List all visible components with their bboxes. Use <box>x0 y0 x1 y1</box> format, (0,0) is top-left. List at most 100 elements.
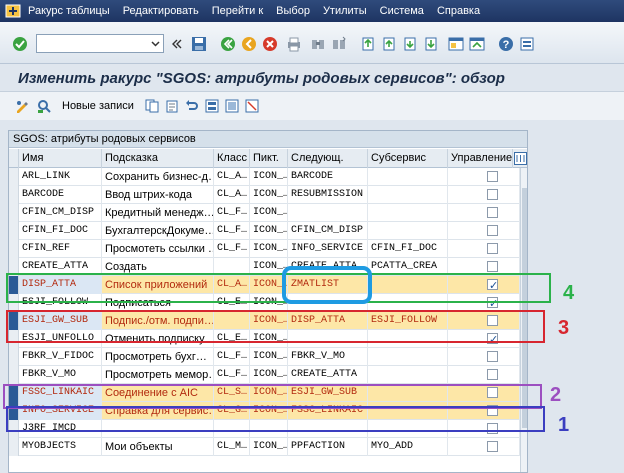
enter-icon[interactable] <box>12 36 28 52</box>
table-row[interactable]: INFO_SERVICE Справка для сервис… CL_G… ICON… <box>9 402 527 420</box>
cell-class[interactable]: CL_A… <box>214 186 250 204</box>
cell-hint[interactable]: БухгалтерскДокуме… <box>102 222 214 240</box>
cell-class[interactable] <box>214 258 250 276</box>
row-selector[interactable] <box>9 168 19 186</box>
cell-name[interactable]: CREATE_ATTA <box>19 258 102 276</box>
back-icon[interactable] <box>220 36 236 52</box>
table-row[interactable]: CFIN_FI_DOC БухгалтерскДокуме… CL_F… ICON_…… <box>9 222 527 240</box>
save-icon[interactable] <box>191 36 207 52</box>
cell-hint[interactable]: Создать <box>102 258 214 276</box>
cell-next[interactable] <box>288 330 368 348</box>
cell-name[interactable]: DISP_ATTA <box>19 276 102 294</box>
control-checkbox[interactable] <box>487 315 498 326</box>
cell-name[interactable]: FBKR_V_MO <box>19 366 102 384</box>
cell-subservice[interactable] <box>368 420 448 438</box>
cell-subservice[interactable] <box>368 348 448 366</box>
control-checkbox[interactable] <box>487 261 498 272</box>
cell-hint[interactable]: Просмотеть ссылки … <box>102 240 214 258</box>
details-icon[interactable] <box>36 98 52 114</box>
control-checkbox[interactable] <box>487 207 498 218</box>
cell-class[interactable]: CL_A… <box>214 276 250 294</box>
table-row[interactable]: FSSC_LINKAIC Соединение с AIC CL_S… ICON_… E… <box>9 384 527 402</box>
row-selector[interactable] <box>9 312 19 330</box>
cell-hint[interactable]: Справка для сервис… <box>102 402 214 420</box>
control-checkbox[interactable] <box>487 277 498 294</box>
table-row[interactable]: DISP_ATTA Список приложений CL_A… ICON_… ZMA… <box>9 276 527 294</box>
cell-subservice[interactable] <box>368 366 448 384</box>
vertical-scrollbar[interactable] <box>520 168 527 472</box>
cell-icon[interactable]: ICON_… <box>250 204 288 222</box>
cell-hint[interactable]: Просмотреть мемор… <box>102 366 214 384</box>
undo-icon[interactable] <box>184 98 200 114</box>
last-page-icon[interactable] <box>423 36 439 52</box>
control-checkbox[interactable] <box>487 189 498 200</box>
cell-subservice[interactable] <box>368 294 448 312</box>
next-page-icon[interactable] <box>402 36 418 52</box>
command-field[interactable] <box>36 34 164 53</box>
cell-hint[interactable]: Подпис./отм. подпи… <box>102 312 214 330</box>
cell-name[interactable]: CFIN_CM_DISP <box>19 204 102 222</box>
cell-next[interactable] <box>288 420 368 438</box>
control-checkbox[interactable] <box>487 387 498 398</box>
row-selector[interactable] <box>9 384 19 402</box>
cell-next[interactable]: DISP_ATTA <box>288 312 368 330</box>
menu-item-goto[interactable]: Перейти к <box>212 5 263 17</box>
cell-subservice[interactable] <box>368 402 448 420</box>
cell-name[interactable]: ESJI_GW_SUB <box>19 312 102 330</box>
cell-hint[interactable] <box>102 420 214 438</box>
cancel-icon[interactable] <box>262 36 278 52</box>
row-selector[interactable] <box>9 222 19 240</box>
row-selector[interactable] <box>9 366 19 384</box>
cell-next[interactable]: PPFACTION <box>288 438 368 456</box>
control-checkbox[interactable] <box>487 369 498 380</box>
exit-icon[interactable] <box>241 36 257 52</box>
cell-subservice[interactable] <box>368 168 448 186</box>
row-selector[interactable] <box>9 258 19 276</box>
column-header-subservice[interactable]: Субсервис <box>368 149 448 168</box>
cell-name[interactable]: FBKR_V_FIDOC <box>19 348 102 366</box>
prev-page-icon[interactable] <box>381 36 397 52</box>
cell-next[interactable]: RESUBMISSION <box>288 186 368 204</box>
delete-icon[interactable] <box>164 98 180 114</box>
cell-next[interactable]: INFO_SERVICE <box>288 240 368 258</box>
row-selector[interactable] <box>9 330 19 348</box>
cell-class[interactable]: CL_M… <box>214 438 250 456</box>
control-checkbox[interactable] <box>487 225 498 236</box>
cell-subservice[interactable] <box>368 330 448 348</box>
cell-next[interactable]: CREATE_ATTA <box>288 366 368 384</box>
cell-hint[interactable]: Просмотреть бухг… <box>102 348 214 366</box>
table-row[interactable]: FBKR_V_FIDOC Просмотреть бухг… CL_F… ICON_…… <box>9 348 527 366</box>
cell-subservice[interactable] <box>368 276 448 294</box>
cell-subservice[interactable] <box>368 204 448 222</box>
row-selector[interactable] <box>9 204 19 222</box>
control-checkbox[interactable] <box>487 405 498 416</box>
cell-name[interactable]: INFO_SERVICE <box>19 402 102 420</box>
cell-next[interactable]: FBKR_V_MO <box>288 348 368 366</box>
new-session-icon[interactable] <box>448 36 464 52</box>
row-selector[interactable] <box>9 402 19 420</box>
cell-hint[interactable]: Отменить подписку <box>102 330 214 348</box>
column-header-hint[interactable]: Подсказка <box>102 149 214 168</box>
deselect-all-icon[interactable] <box>244 98 260 114</box>
row-selector[interactable] <box>9 438 19 456</box>
cell-class[interactable]: CL_A… <box>214 168 250 186</box>
sap-menu-icon[interactable] <box>4 3 22 19</box>
cell-icon[interactable]: ICON_… <box>250 222 288 240</box>
history-icon[interactable] <box>170 36 182 52</box>
table-row[interactable]: ESJI_GW_SUB Подпис./отм. подпи… ICON_… DISP… <box>9 312 527 330</box>
row-selector-header[interactable] <box>9 149 19 168</box>
column-header-control[interactable]: Управление <box>448 149 513 168</box>
scrollbar-thumb[interactable] <box>522 188 527 428</box>
row-selector[interactable] <box>9 186 19 204</box>
cell-name[interactable]: FSSC_LINKAIC <box>19 384 102 402</box>
new-entries-button[interactable]: Новые записи <box>62 100 134 112</box>
print-icon[interactable] <box>286 36 302 52</box>
cell-hint[interactable]: Список приложений <box>102 276 214 294</box>
menu-item-table-view[interactable]: Ракурс таблицы <box>28 5 110 17</box>
table-row[interactable]: BARCODE Ввод штрих-кода CL_A… ICON_… RESUBMI… <box>9 186 527 204</box>
cell-hint[interactable]: Соединение с AIC <box>102 384 214 402</box>
cell-next[interactable]: ESJI_GW_SUB <box>288 384 368 402</box>
menu-item-help[interactable]: Справка <box>437 5 480 17</box>
customize-icon[interactable] <box>519 36 535 52</box>
cell-hint[interactable]: Сохранить бизнес-д… <box>102 168 214 186</box>
